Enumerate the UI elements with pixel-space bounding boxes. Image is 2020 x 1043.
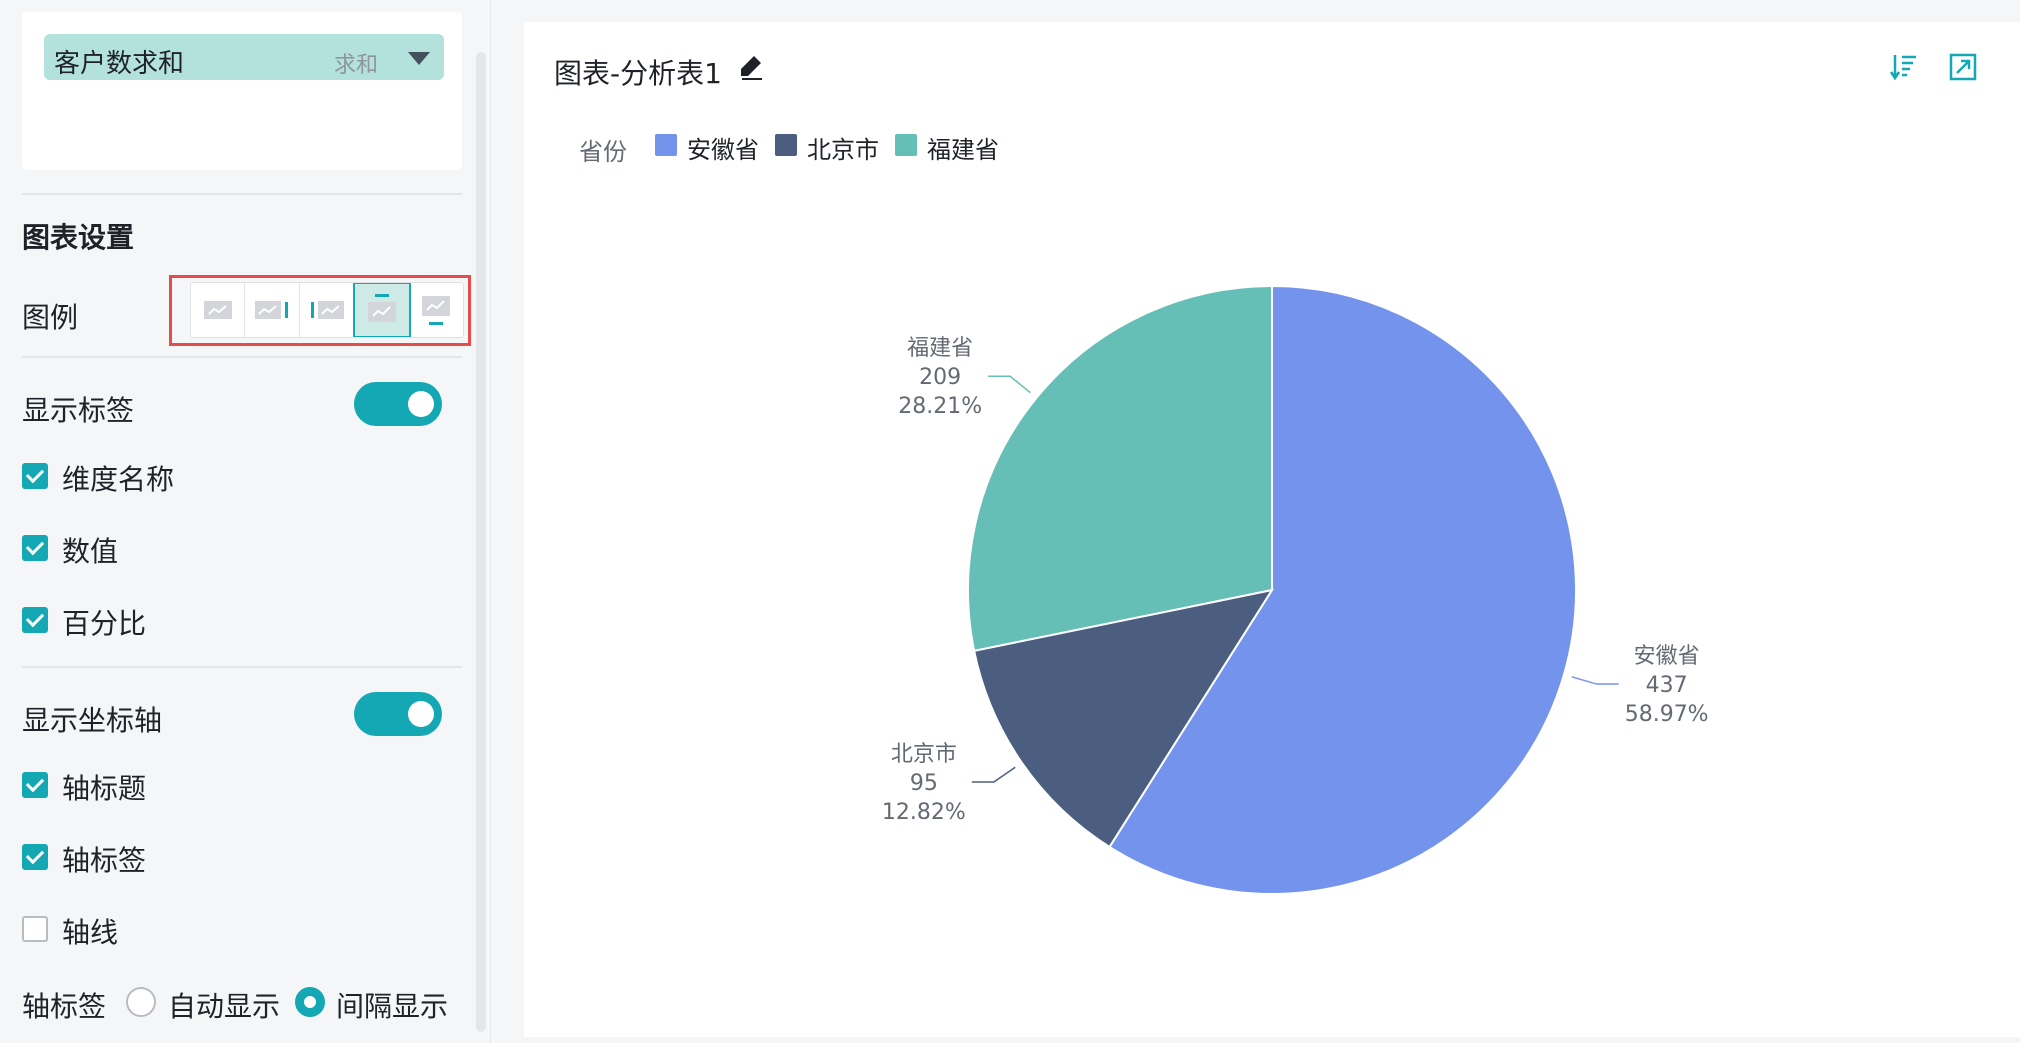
section-title: 图表设置 bbox=[22, 221, 135, 254]
slice-label-name: 福建省 bbox=[907, 336, 973, 361]
chevron-down-icon[interactable] bbox=[408, 52, 430, 65]
show-labels-toggle[interactable] bbox=[354, 382, 442, 426]
slice-label-value: 209 bbox=[919, 365, 961, 390]
axis-labels-label: 轴标签 bbox=[62, 844, 147, 877]
legend-right-option[interactable] bbox=[245, 283, 300, 337]
show-axis-label: 显示坐标轴 bbox=[22, 704, 163, 737]
panel-scrollbar[interactable] bbox=[476, 52, 486, 1032]
slice-label-name: 北京市 bbox=[891, 742, 957, 767]
axis-title-checkbox[interactable] bbox=[22, 772, 48, 798]
slice-label-value: 95 bbox=[910, 771, 938, 796]
legend-label: 图例 bbox=[22, 301, 79, 334]
slice-label-percent: 58.97% bbox=[1625, 702, 1709, 727]
legend-none-option[interactable] bbox=[191, 283, 246, 337]
legend-position-selector bbox=[190, 282, 464, 338]
label-leader-line bbox=[1571, 676, 1619, 685]
value-field-chip[interactable]: 客户数求和 求和 bbox=[44, 34, 444, 80]
axis-line-checkbox[interactable] bbox=[22, 916, 48, 942]
slice-label-percent: 12.82% bbox=[882, 800, 966, 825]
show-labels-label: 显示标签 bbox=[22, 394, 135, 427]
slice-label-name: 安徽省 bbox=[1634, 644, 1700, 669]
chart-card: 图表-分析表1 省份 安徽省 北京市 福建省 安徽省 437 58.97% 北京市 95 12… bbox=[524, 22, 2020, 1037]
axis-labels-checkbox[interactable] bbox=[22, 844, 48, 870]
percent-label: 百分比 bbox=[62, 607, 147, 640]
pie-slice[interactable] bbox=[967, 284, 1273, 652]
legend-bottom-option[interactable] bbox=[410, 283, 463, 337]
value-label: 数值 bbox=[62, 535, 119, 568]
field-aggregation: 求和 bbox=[333, 53, 378, 78]
interval-show-radio[interactable] bbox=[295, 987, 325, 1017]
field-name: 客户数求和 bbox=[54, 49, 185, 79]
slice-label-percent: 28.21% bbox=[898, 394, 982, 419]
axis-line-label: 轴线 bbox=[62, 916, 119, 949]
dimension-name-label: 维度名称 bbox=[62, 463, 175, 496]
show-axis-toggle[interactable] bbox=[354, 692, 442, 736]
label-leader-line bbox=[971, 766, 1016, 783]
axis-title-label: 轴标题 bbox=[62, 772, 147, 805]
dimension-name-checkbox[interactable] bbox=[22, 463, 48, 489]
auto-show-label: 自动显示 bbox=[168, 990, 281, 1023]
auto-show-radio[interactable] bbox=[126, 987, 156, 1017]
divider bbox=[22, 193, 462, 195]
value-checkbox[interactable] bbox=[22, 535, 48, 561]
divider bbox=[22, 666, 462, 668]
settings-panel: 客户数求和 求和 图表设置 图例 显示标签 维度名称 数值 百分比 显示坐标轴 bbox=[0, 0, 491, 1043]
value-field-well: 客户数求和 求和 bbox=[22, 12, 462, 170]
pie-chart: 安徽省 437 58.97% 北京市 95 12.82% 福建省 209 28.21% bbox=[882, 284, 1709, 895]
interval-show-label: 间隔显示 bbox=[336, 990, 449, 1023]
slice-label-value: 437 bbox=[1646, 673, 1688, 698]
percent-checkbox[interactable] bbox=[22, 607, 48, 633]
divider bbox=[22, 356, 462, 358]
label-leader-line bbox=[988, 375, 1031, 394]
legend-top-option[interactable] bbox=[353, 283, 411, 337]
axis-label-mode-label: 轴标签 bbox=[22, 990, 107, 1023]
legend-left-option[interactable] bbox=[300, 283, 355, 337]
